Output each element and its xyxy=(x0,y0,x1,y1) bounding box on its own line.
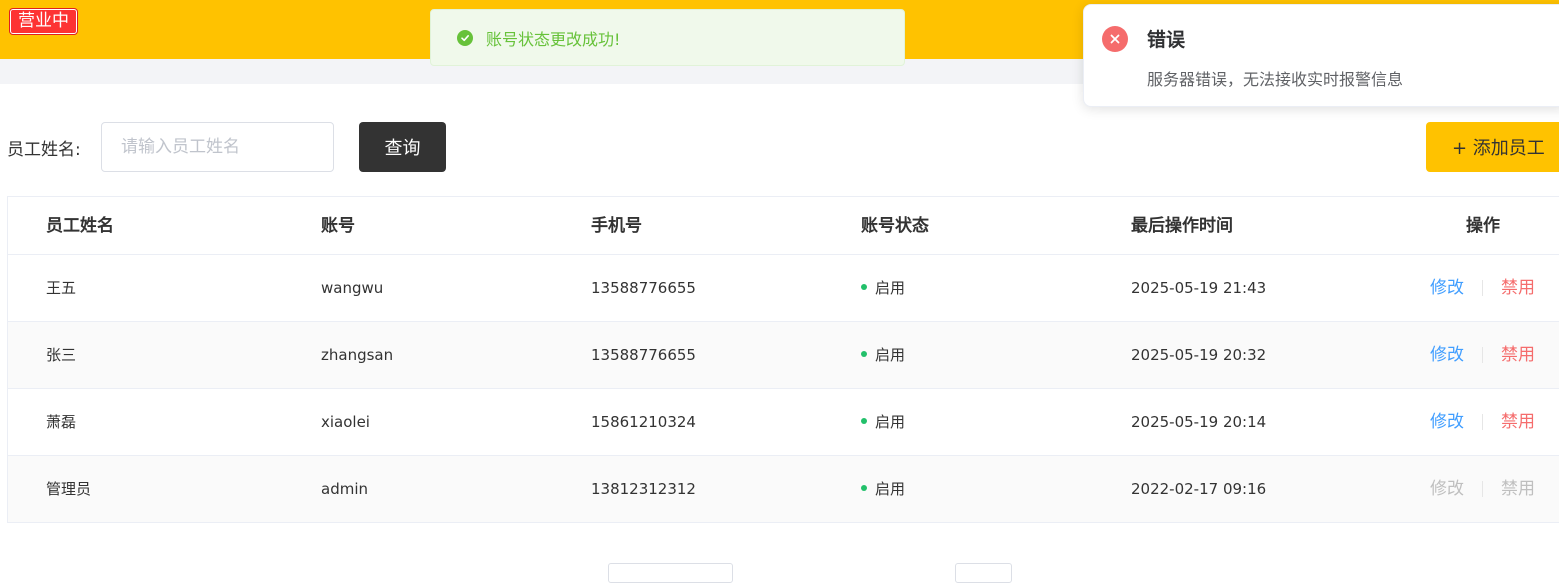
table-row: 萧磊 xiaolei 15861210324 启用 2025-05-19 20:… xyxy=(8,389,1559,456)
cell-status: 启用 xyxy=(861,389,905,455)
action-divider xyxy=(1482,414,1483,430)
status-dot-icon xyxy=(861,484,867,491)
table-row: 张三 zhangsan 13588776655 启用 2025-05-19 20… xyxy=(8,322,1559,389)
error-notification: 错误 服务器错误，无法接收实时报警信息 xyxy=(1083,4,1559,107)
table-row: 王五 wangwu 13588776655 启用 2025-05-19 21:4… xyxy=(8,255,1559,322)
add-employee-button[interactable]: + 添加员工 xyxy=(1426,122,1559,172)
edit-link[interactable]: 修改 xyxy=(1430,345,1464,365)
edit-link[interactable]: 修改 xyxy=(1430,278,1464,298)
status-text: 启用 xyxy=(875,413,906,431)
cell-phone: 15861210324 xyxy=(591,413,696,431)
cell-actions: 修改 禁用 xyxy=(1430,456,1535,522)
cell-account: wangwu xyxy=(321,279,384,297)
cell-account: zhangsan xyxy=(321,346,394,364)
action-divider xyxy=(1482,280,1483,296)
cell-status: 启用 xyxy=(861,456,905,522)
page-jump-input[interactable] xyxy=(955,563,1012,583)
cell-phone: 13588776655 xyxy=(591,346,696,364)
table-row: 管理员 admin 13812312312 启用 2022-02-17 09:1… xyxy=(8,456,1559,523)
status-dot-icon xyxy=(861,283,867,290)
disable-link-disabled: 禁用 xyxy=(1501,479,1535,499)
success-toast: 账号状态更改成功! xyxy=(430,9,905,66)
action-divider xyxy=(1482,347,1483,363)
cell-status: 启用 xyxy=(861,322,905,388)
cell-time: 2025-05-19 20:14 xyxy=(1131,413,1267,431)
notification-message: 服务器错误，无法接收实时报警信息 xyxy=(1147,70,1404,89)
employee-table: 员工姓名 账号 手机号 账号状态 最后操作时间 操作 王五 wangwu 135… xyxy=(7,196,1559,523)
status-text: 启用 xyxy=(875,346,906,364)
status-text: 启用 xyxy=(875,279,906,297)
status-dot-icon xyxy=(861,417,867,424)
cell-name: 张三 xyxy=(46,346,77,364)
disable-link[interactable]: 禁用 xyxy=(1501,412,1535,432)
cell-actions: 修改 禁用 xyxy=(1430,255,1535,321)
column-header-account: 账号 xyxy=(321,216,355,236)
cell-time: 2025-05-19 21:43 xyxy=(1131,279,1267,297)
edit-link[interactable]: 修改 xyxy=(1430,412,1464,432)
cell-time: 2022-02-17 09:16 xyxy=(1131,480,1267,498)
cell-status: 启用 xyxy=(861,255,905,321)
disable-link[interactable]: 禁用 xyxy=(1501,278,1535,298)
notification-title: 错误 xyxy=(1147,29,1186,51)
cell-actions: 修改 禁用 xyxy=(1430,322,1535,388)
close-circle-icon xyxy=(1102,26,1128,52)
cell-phone: 13588776655 xyxy=(591,279,696,297)
check-circle-icon xyxy=(457,29,473,46)
cell-name: 管理员 xyxy=(46,480,92,498)
cell-time: 2025-05-19 20:32 xyxy=(1131,346,1267,364)
cell-name: 王五 xyxy=(46,279,77,297)
cell-phone: 13812312312 xyxy=(591,480,696,498)
query-button[interactable]: 查询 xyxy=(359,122,446,172)
column-header-phone: 手机号 xyxy=(591,216,642,236)
action-divider xyxy=(1482,481,1483,497)
employee-name-input[interactable] xyxy=(101,122,334,172)
cell-account: admin xyxy=(321,480,368,498)
column-header-last-operation-time: 最后操作时间 xyxy=(1131,216,1233,236)
employee-name-label: 员工姓名: xyxy=(7,140,81,160)
cell-account: xiaolei xyxy=(321,413,370,431)
table-header: 员工姓名 账号 手机号 账号状态 最后操作时间 操作 xyxy=(8,197,1559,255)
toast-message: 账号状态更改成功! xyxy=(486,29,621,49)
page-size-select[interactable] xyxy=(608,563,733,583)
status-dot-icon xyxy=(861,350,867,357)
shop-status-badge[interactable]: 营业中 xyxy=(10,9,77,34)
column-header-name: 员工姓名 xyxy=(46,216,114,236)
cell-actions: 修改 禁用 xyxy=(1430,389,1535,455)
disable-link[interactable]: 禁用 xyxy=(1501,345,1535,365)
column-header-actions: 操作 xyxy=(1466,216,1500,236)
cell-name: 萧磊 xyxy=(46,413,77,431)
status-text: 启用 xyxy=(875,480,906,498)
edit-link-disabled: 修改 xyxy=(1430,479,1464,499)
column-header-status: 账号状态 xyxy=(861,216,929,236)
